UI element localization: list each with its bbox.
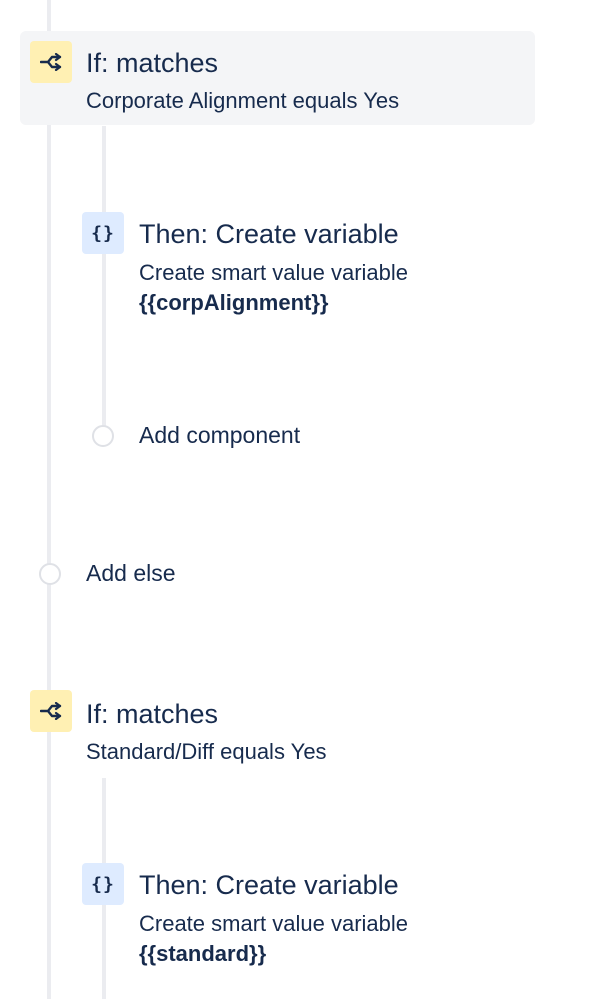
condition-block[interactable]: If: matches Standard/Diff equals Yes: [20, 682, 535, 776]
condition-title: If: matches: [86, 48, 219, 78]
add-circle-icon: [39, 563, 61, 585]
braces-icon: {}: [82, 863, 124, 905]
action-block[interactable]: {} Then: Create variable Create smart va…: [82, 212, 502, 322]
add-component-button[interactable]: Add component: [90, 418, 350, 452]
add-component-label: Add component: [139, 422, 301, 448]
branch-icon: [30, 690, 72, 732]
condition-description: Corporate Alignment equals Yes: [86, 88, 400, 113]
main-flow-line: [47, 0, 51, 999]
add-else-button[interactable]: Add else: [37, 557, 237, 591]
variable-name: {{corpAlignment}}: [139, 290, 329, 315]
braces-icon-glyph: {}: [91, 873, 115, 895]
condition-description: Standard/Diff equals Yes: [86, 739, 327, 764]
condition-title: If: matches: [86, 699, 219, 729]
action-title: Then: Create variable: [139, 870, 399, 900]
action-description: Create smart value variable: [139, 911, 409, 936]
variable-name: {{standard}}: [139, 941, 267, 966]
action-title: Then: Create variable: [139, 219, 399, 249]
action-block[interactable]: {} Then: Create variable Create smart va…: [82, 863, 502, 973]
braces-icon: {}: [82, 212, 124, 254]
add-else-label: Add else: [86, 560, 176, 586]
add-circle-icon: [92, 425, 114, 447]
branch-icon: [30, 41, 72, 83]
condition-block[interactable]: If: matches Corporate Alignment equals Y…: [20, 31, 535, 125]
braces-icon-glyph: {}: [91, 222, 115, 244]
action-description: Create smart value variable: [139, 260, 409, 285]
